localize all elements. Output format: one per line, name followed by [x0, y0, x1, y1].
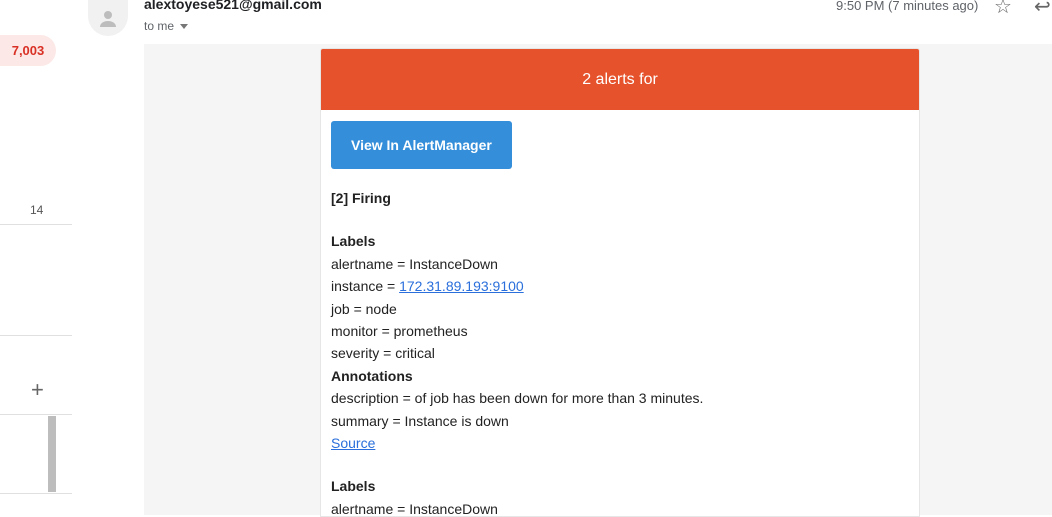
label-alertname: alertname = InstanceDown [331, 500, 498, 517]
firing-title: [2] Firing [331, 190, 391, 206]
label-monitor: monitor = prometheus [331, 323, 468, 340]
instance-link[interactable]: 172.31.89.193:9100 [399, 278, 524, 294]
folder-count[interactable]: 14 [30, 203, 43, 217]
email-timestamp: 9:50 PM (7 minutes ago) [836, 0, 979, 13]
label-alertname: alertname = InstanceDown [331, 255, 498, 272]
annotation-summary: summary = Instance is down [331, 412, 509, 429]
labels-heading: Labels [331, 233, 376, 250]
star-icon[interactable]: ☆ [994, 0, 1012, 19]
sidebar-scrollbar[interactable] [48, 416, 56, 492]
left-sidebar: 7,003 14 + [0, 0, 72, 515]
divider [0, 493, 72, 494]
reply-icon[interactable]: ↩ [1034, 0, 1051, 19]
label-severity: severity = critical [331, 345, 435, 362]
divider [0, 335, 72, 336]
chevron-down-icon[interactable] [180, 24, 189, 30]
add-label-icon[interactable]: + [31, 378, 44, 402]
annotations-heading: Annotations [331, 367, 413, 384]
annotation-description: description = of job has been down for m… [331, 390, 704, 407]
recipient-label: to me [144, 19, 175, 33]
recipient-details[interactable]: to me [144, 19, 189, 33]
divider [0, 414, 72, 415]
divider [0, 224, 72, 225]
label-instance: instance = 172.31.89.193:9100 [331, 275, 909, 297]
view-alertmanager-button[interactable]: View In AlertManager [331, 121, 512, 169]
labels-heading: Labels [331, 478, 376, 495]
alert-card: 2 alerts for View In AlertManager [2] Fi… [320, 48, 920, 517]
source-link[interactable]: Source [331, 435, 375, 451]
sender-email[interactable]: alextoyese521@gmail.com [144, 0, 322, 12]
alert-header: 2 alerts for [321, 49, 919, 110]
label-job: job = node [331, 300, 397, 317]
inbox-unread-count[interactable]: 7,003 [0, 35, 56, 66]
instance-prefix: instance = [331, 278, 400, 295]
